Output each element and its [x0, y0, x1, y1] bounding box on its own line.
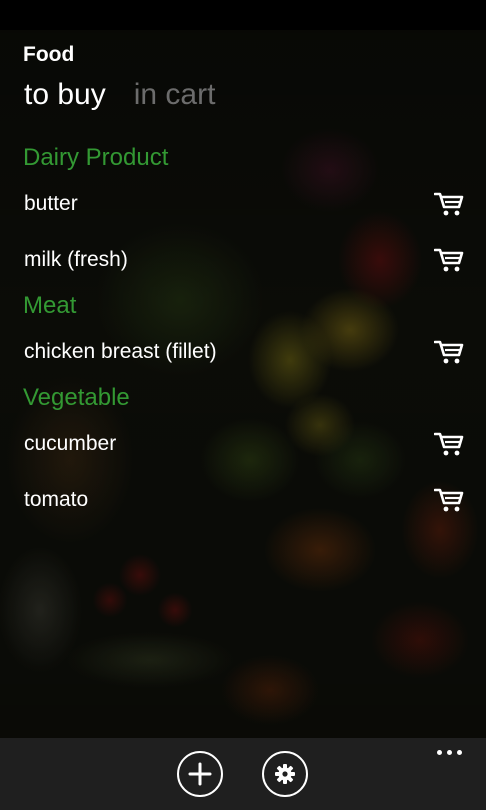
list-item-label: cucumber [24, 432, 117, 455]
list-item-tomato[interactable]: tomato [0, 472, 486, 528]
add-to-cart-button[interactable] [432, 483, 466, 517]
status-bar-area [0, 0, 486, 30]
list-item-butter[interactable]: butter [0, 176, 486, 232]
more-options-button[interactable] [435, 748, 464, 757]
add-item-button[interactable] [177, 751, 223, 797]
add-to-cart-button[interactable] [432, 427, 466, 461]
cart-icon [434, 248, 464, 272]
settings-button[interactable] [262, 751, 308, 797]
group-header-dairy-product: Dairy Product [23, 144, 169, 171]
application-bar [0, 738, 486, 810]
ellipsis-icon [437, 750, 442, 755]
list-item-cucumber[interactable]: cucumber [0, 416, 486, 472]
app-screen: Food to buy in cart Dairy Product butter… [0, 0, 486, 810]
list-item-label: tomato [24, 488, 89, 511]
add-to-cart-button[interactable] [432, 243, 466, 277]
add-to-cart-button[interactable] [432, 187, 466, 221]
plus-icon [188, 762, 212, 786]
cart-icon [434, 488, 464, 512]
add-to-cart-button[interactable] [432, 335, 466, 369]
list-item-chicken-breast[interactable]: chicken breast (fillet) [0, 324, 486, 380]
ellipsis-icon [457, 750, 462, 755]
group-header-meat: Meat [23, 292, 77, 319]
list-item-milk-fresh[interactable]: milk (fresh) [0, 232, 486, 288]
group-header-vegetable: Vegetable [23, 384, 130, 411]
cart-icon [434, 432, 464, 456]
cart-icon [434, 340, 464, 364]
pivot-header: to buy in cart [24, 78, 215, 112]
cart-icon [434, 192, 464, 216]
list-item-label: chicken breast (fillet) [24, 340, 217, 363]
app-title: Food [23, 43, 75, 66]
list-item-label: milk (fresh) [24, 248, 128, 271]
gear-icon [275, 764, 295, 784]
list-item-label: butter [24, 192, 78, 215]
tab-in-cart[interactable]: in cart [134, 78, 216, 112]
ellipsis-icon [447, 750, 452, 755]
tab-to-buy[interactable]: to buy [24, 78, 106, 112]
shopping-list: Dairy Product butter milk (fresh) Meat c… [0, 140, 486, 528]
